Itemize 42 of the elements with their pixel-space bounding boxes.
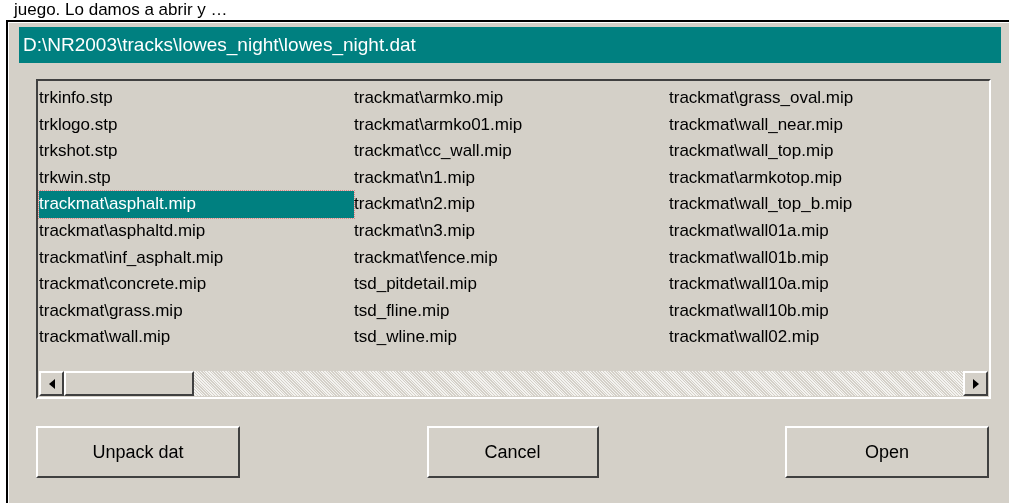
file-item[interactable]: trkinfo.stp bbox=[39, 85, 354, 112]
file-item[interactable]: trackmat\wall01b.mip bbox=[669, 244, 984, 272]
file-item[interactable]: trackmat\cc_wall.mip bbox=[354, 138, 669, 165]
file-item[interactable]: trackmat\armko01.mip bbox=[354, 111, 669, 139]
file-item[interactable]: trackmat\inf_asphalt.mip bbox=[39, 244, 354, 272]
file-item[interactable]: tsd_fline.mip bbox=[354, 297, 669, 325]
file-item[interactable]: trackmat\wall_near.mip bbox=[669, 111, 984, 139]
file-item[interactable]: trackmat\grass.mip bbox=[39, 297, 354, 325]
file-item[interactable]: trackmat\n3.mip bbox=[354, 217, 669, 245]
caption: juego. Lo damos a abrir y … bbox=[12, 0, 229, 20]
dialog-button[interactable]: Cancel bbox=[426, 426, 599, 478]
file-item[interactable]: trackmat\wall_top.mip bbox=[669, 138, 984, 165]
file-item[interactable]: trackmat\asphaltd.mip bbox=[39, 217, 354, 245]
file-item[interactable]: trackmat\wall10a.mip bbox=[669, 271, 984, 298]
right-arrow-icon bbox=[972, 378, 979, 389]
file-item[interactable]: trackmat\n1.mip bbox=[354, 164, 669, 192]
horizontal-scrollbar[interactable] bbox=[39, 371, 988, 396]
file-item[interactable]: trackmat\concrete.mip bbox=[39, 271, 354, 298]
file-item[interactable]: trackmat\wall_top_b.mip bbox=[669, 191, 984, 218]
file-item[interactable]: trackmat\wall10b.mip bbox=[669, 297, 984, 325]
scroll-thumb[interactable] bbox=[64, 371, 194, 396]
file-item[interactable]: trackmat\wall.mip bbox=[39, 324, 354, 351]
file-item[interactable]: trackmat\fence.mip bbox=[354, 244, 669, 272]
scroll-left-button[interactable] bbox=[39, 371, 64, 396]
file-item[interactable]: tsd_pitdetail.mip bbox=[354, 271, 669, 298]
file-item[interactable]: tsd_wline.mip bbox=[354, 324, 669, 351]
file-item[interactable]: trackmat\armkotop.mip bbox=[669, 164, 984, 192]
dialog-button[interactable]: Unpack dat bbox=[36, 426, 240, 478]
file-item[interactable]: trkwin.stp bbox=[39, 164, 354, 192]
window-title: D:\NR2003\tracks\lowes_night\lowes_night.dat bbox=[19, 27, 1001, 63]
file-item[interactable]: trkshot.stp bbox=[39, 138, 354, 165]
file-item[interactable]: trklogo.stp bbox=[39, 111, 354, 139]
file-item[interactable]: trackmat\wall02.mip bbox=[669, 324, 984, 351]
file-item[interactable]: trackmat\grass_oval.mip bbox=[669, 85, 984, 112]
file-item[interactable]: trackmat\n2.mip bbox=[354, 191, 669, 218]
file-item[interactable]: trackmat\asphalt.mip bbox=[39, 191, 354, 218]
file-item[interactable]: trackmat\armko.mip bbox=[354, 85, 669, 112]
left-arrow-icon bbox=[48, 378, 55, 389]
scroll-right-button[interactable] bbox=[963, 371, 988, 396]
file-list[interactable] bbox=[36, 79, 991, 399]
file-item[interactable]: trackmat\wall01a.mip bbox=[669, 217, 984, 245]
dialog-button[interactable]: Open bbox=[785, 426, 989, 478]
